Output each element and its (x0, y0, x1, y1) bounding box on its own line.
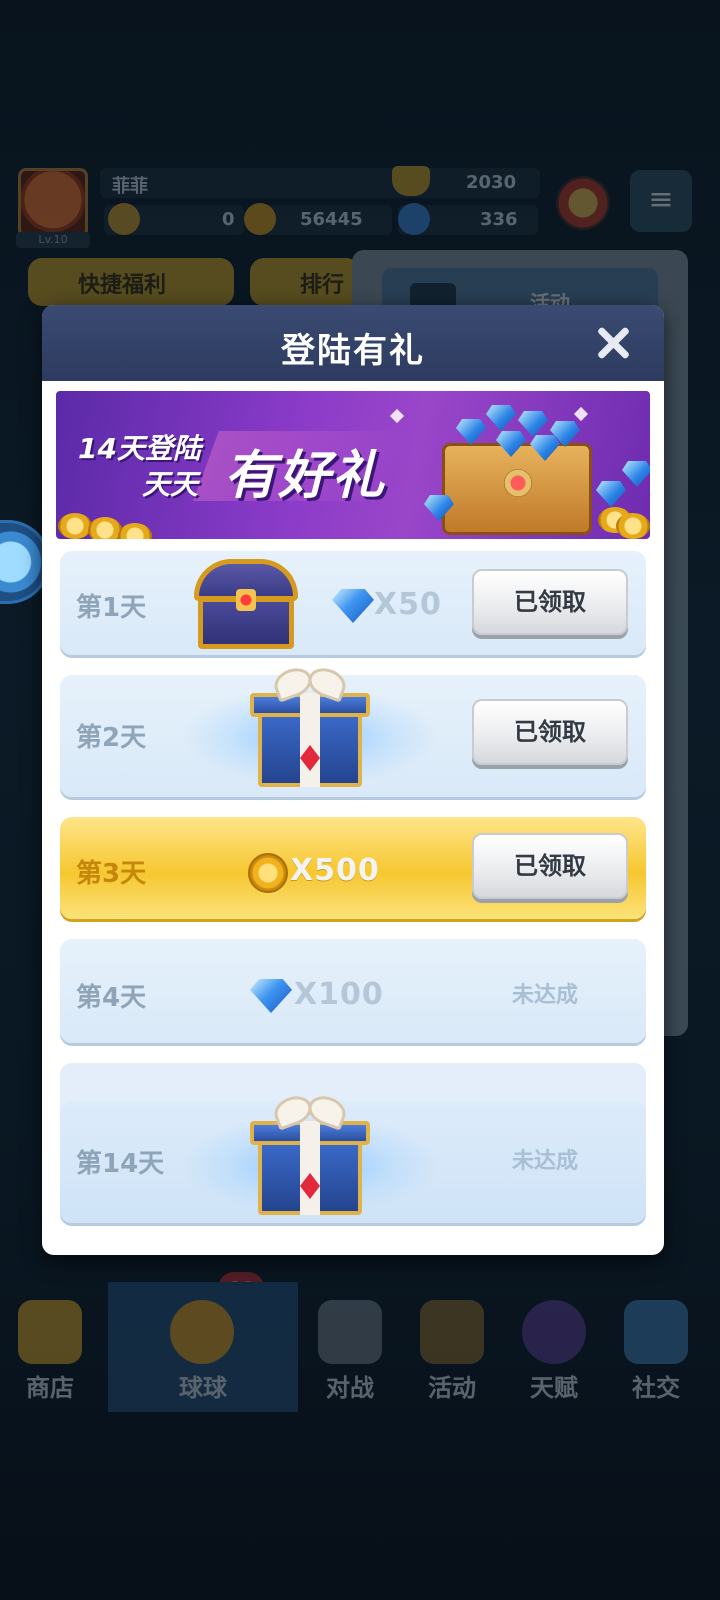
treasure-chest-icon (194, 559, 298, 649)
status-not-reached: 未达成 (512, 1149, 579, 1174)
event-icon (420, 1300, 484, 1364)
sparkle-icon (573, 406, 589, 422)
reward-quantity: X500 (290, 853, 380, 888)
status-not-reached: 未达成 (512, 983, 579, 1008)
diamond-icon (398, 203, 430, 235)
chest-clasp (236, 589, 256, 611)
reward-row-day-2: 第2天 已领取 (60, 663, 646, 797)
ball-icon (170, 1300, 234, 1364)
claimed-button[interactable]: 已领取 (472, 699, 628, 765)
bonus-icon[interactable] (556, 176, 610, 230)
event-banner: 14天登陆 天天 有好礼 (56, 391, 650, 539)
coin-icon (118, 523, 152, 539)
day-label: 第4天 (76, 983, 147, 1013)
nav-item-social[interactable]: 社交 (606, 1282, 706, 1412)
stat-value-3: 336 (480, 209, 518, 230)
gift-ribbon (300, 693, 320, 787)
reward-quantity: X50 (374, 587, 442, 622)
nav-label: 天赋 (530, 1374, 578, 1402)
day-label: 第2天 (76, 723, 147, 753)
screen: Lv.10 菲菲 2030 0 56445 336 ≡ 快捷福利 排行 活动 1… (0, 0, 720, 1600)
trophy-count: 2030 (466, 172, 517, 193)
nav-label: 社交 (632, 1374, 680, 1402)
banner-headline: 有好礼 (224, 446, 387, 506)
trophy-icon (392, 166, 430, 196)
diamond-icon (518, 411, 548, 437)
nav-item-ball[interactable]: 球球 (108, 1282, 298, 1412)
diamond-icon (456, 419, 486, 445)
reward-quantity: X100 (294, 977, 384, 1012)
nav-item-battle[interactable]: 对战 (300, 1282, 400, 1412)
day-label: 第14天 (76, 1149, 165, 1179)
player-avatar[interactable] (18, 168, 88, 238)
diamond-icon (596, 481, 626, 507)
gift-box-icon (180, 1091, 440, 1225)
level-tag: Lv.10 (16, 232, 90, 248)
nav-label: 球球 (179, 1374, 227, 1402)
chat-icon (624, 1300, 688, 1364)
reward-row-day-3: 第3天 X500 已领取 (60, 817, 646, 919)
close-button[interactable] (590, 321, 634, 365)
shop-icon (18, 1300, 82, 1364)
bottom-nav: 商店 球球 对战 活动 天赋 社交 (0, 1282, 720, 1412)
chest-lock-icon (504, 469, 532, 497)
dialog-header: 登陆有礼 (42, 305, 664, 381)
reward-row-day-1: 第1天 X50 已领取 (60, 551, 646, 655)
menu-button[interactable]: ≡ (630, 170, 692, 232)
sparkle-icon (389, 408, 405, 424)
claimed-button[interactable]: 已领取 (472, 569, 628, 635)
nav-item-event[interactable]: 活动 (402, 1282, 502, 1412)
quick-benefit-label: 快捷福利 (78, 273, 167, 298)
rank-tab-label: 排行 (300, 273, 345, 298)
banner-text-2: 天天 (142, 468, 199, 501)
player-name: 菲菲 (112, 176, 148, 197)
swords-icon (318, 1300, 382, 1364)
energy-icon (108, 203, 140, 235)
coin-icon (88, 517, 122, 539)
gift-box-icon (180, 663, 440, 797)
claimed-button[interactable]: 已领取 (472, 833, 628, 899)
coin-icon (58, 513, 92, 539)
nav-label: 商店 (26, 1374, 74, 1402)
nav-item-talent[interactable]: 天赋 (504, 1282, 604, 1412)
diamond-icon (332, 589, 374, 623)
nav-item-shop[interactable]: 商店 (0, 1282, 100, 1412)
dialog-title: 登陆有礼 (281, 331, 425, 371)
reward-row-day-14: 第14天 未达成 (60, 1091, 646, 1223)
diamond-icon (486, 405, 516, 431)
nav-label: 活动 (428, 1374, 476, 1402)
stat-value-2: 56445 (300, 209, 363, 230)
stat-value-1: 0 (222, 209, 235, 230)
day-label: 第3天 (76, 859, 147, 889)
banner-text-1: 14天登陆 (78, 432, 201, 465)
gift-ribbon (300, 1121, 320, 1215)
reward-row-day-4: 第4天 X100 未达成 (60, 939, 646, 1043)
diamond-icon (250, 979, 292, 1013)
diamond-icon (622, 461, 650, 487)
coin-icon (248, 853, 288, 893)
coin-icon (244, 203, 276, 235)
login-reward-dialog: 登陆有礼 14天登陆 天天 有好礼 第1天 X50 已领取 第2天 已领取 第3… (42, 305, 664, 1255)
nav-label: 对战 (326, 1374, 374, 1402)
coin-icon (616, 513, 650, 539)
day-label: 第1天 (76, 593, 147, 623)
talent-icon (522, 1300, 586, 1364)
